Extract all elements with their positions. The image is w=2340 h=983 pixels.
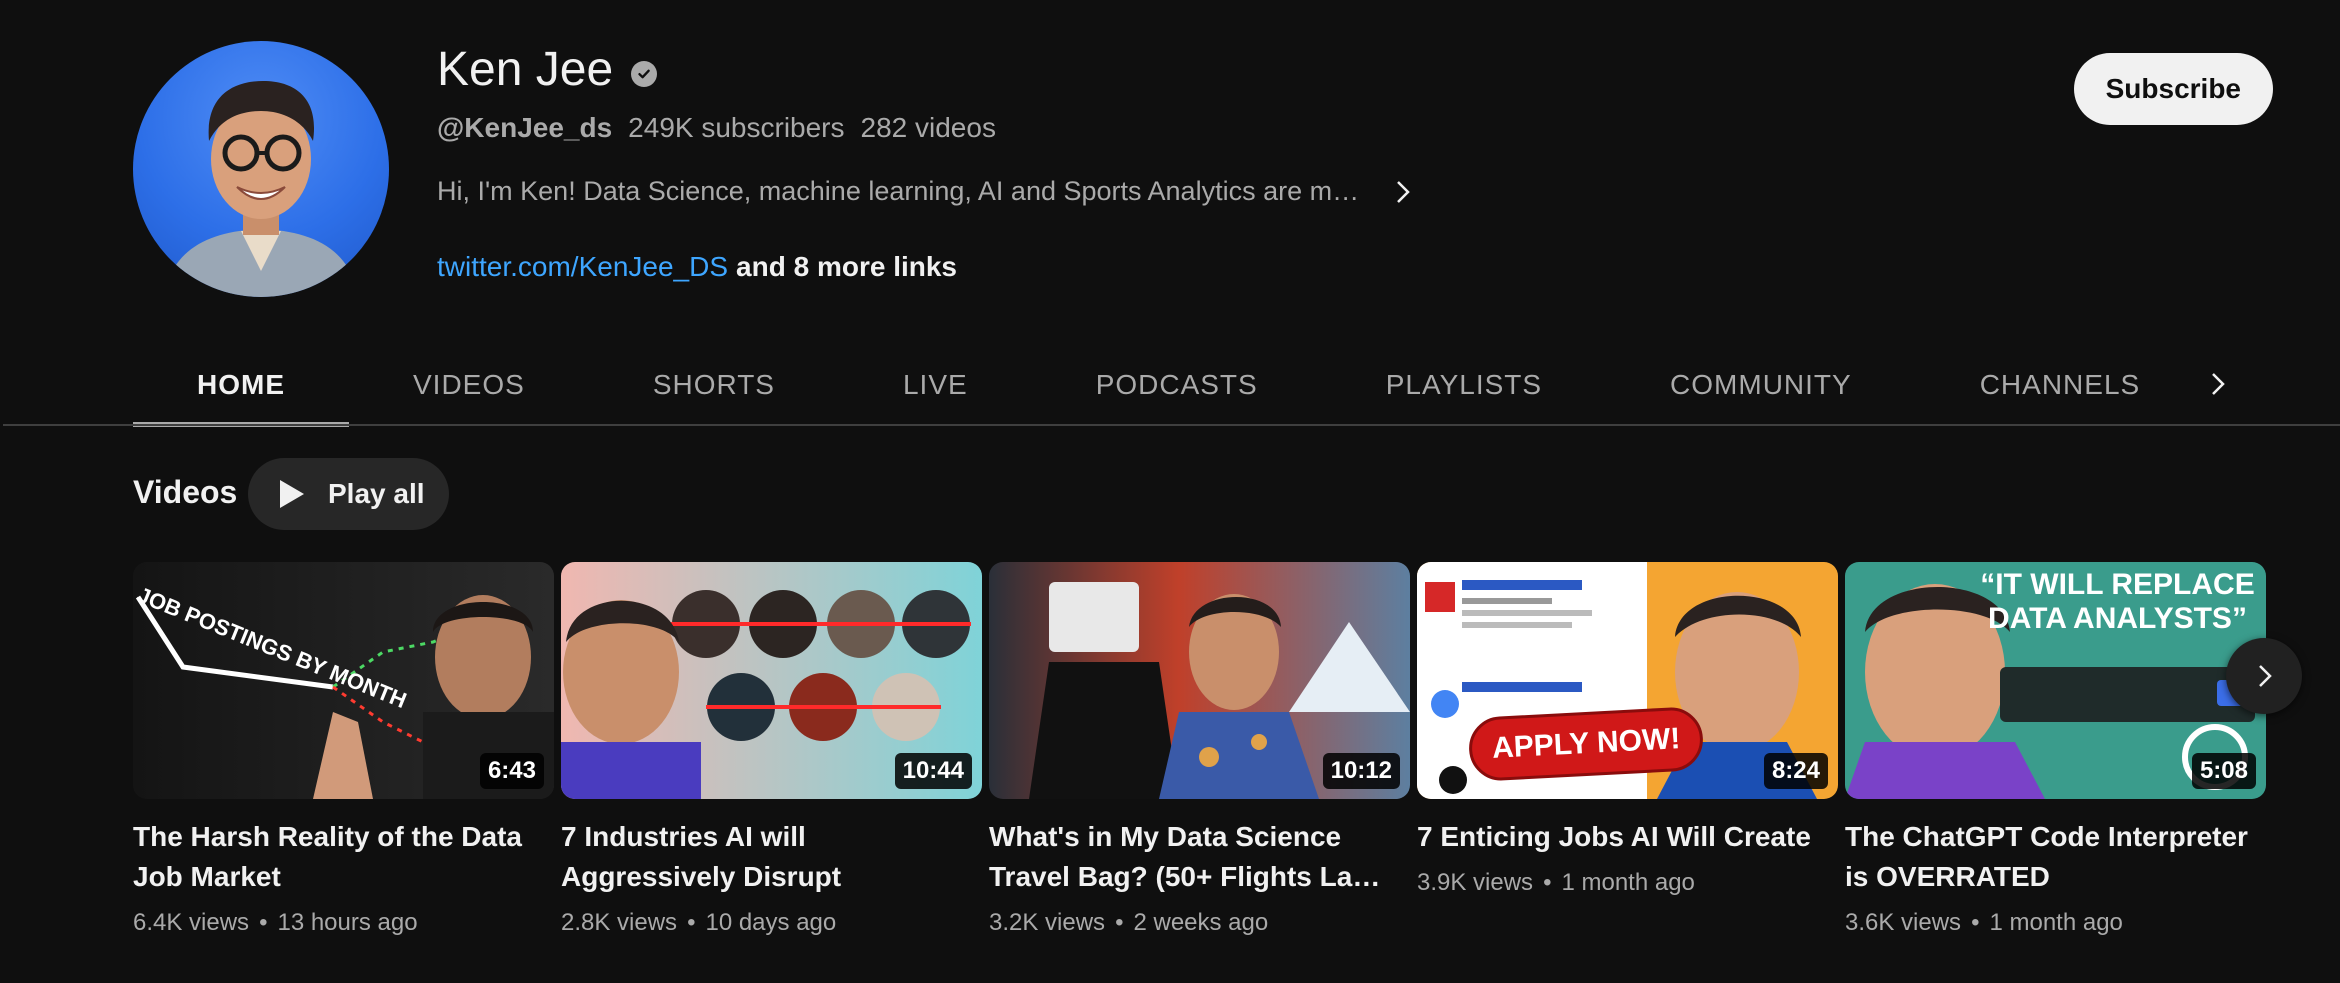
tabs-divider xyxy=(3,424,2340,426)
carousel-next-button[interactable] xyxy=(2226,638,2302,714)
section-title[interactable]: Videos xyxy=(133,474,237,511)
channel-links: twitter.com/KenJee_DS and 8 more links xyxy=(437,251,957,283)
video-title[interactable]: What's in My Data Science Travel Bag? (5… xyxy=(989,817,1410,897)
view-count: 3.2K views xyxy=(989,909,1106,936)
channel-name: Ken Jee xyxy=(437,43,614,96)
tab-live[interactable]: LIVE xyxy=(839,345,1032,425)
chevron-right-icon[interactable] xyxy=(1389,178,1417,206)
video-meta: 6.4K views • 13 hours ago xyxy=(133,909,418,936)
play-all-label: Play all xyxy=(328,478,425,509)
channel-description[interactable]: Hi, I'm Ken! Data Science, machine learn… xyxy=(437,176,1359,207)
video-duration: 10:12 xyxy=(1322,753,1400,789)
video-duration: 8:24 xyxy=(1763,753,1828,789)
view-count: 3.6K views xyxy=(1845,909,1962,936)
channel-name-row: Ken Jee xyxy=(437,42,658,97)
subscriber-count: 249K subscribers xyxy=(628,112,845,143)
tab-shorts[interactable]: SHORTS xyxy=(589,345,839,425)
tab-channels[interactable]: CHANNELS xyxy=(1916,345,2204,425)
more-links-button[interactable]: and 8 more links xyxy=(736,251,957,283)
subscribe-button[interactable]: Subscribe xyxy=(2073,53,2273,125)
video-meta: 2.8K views • 10 days ago xyxy=(561,909,837,936)
thumbnail-caption: “IT WILL REPLACE DATA ANALYSTS” xyxy=(1980,568,2255,635)
chevron-right-icon xyxy=(2259,665,2272,687)
upload-age: 1 month ago xyxy=(1989,909,2123,936)
video-duration: 6:43 xyxy=(479,753,544,789)
video-title[interactable]: 7 Industries AI will Aggressively Disrup… xyxy=(561,817,982,897)
play-all-button[interactable]: Play all xyxy=(248,458,449,530)
upload-age: 1 month ago xyxy=(1561,869,1695,896)
video-count: 282 videos xyxy=(860,112,996,143)
video-thumbnail[interactable]: JOB POSTINGS BY MONTH 6:43 xyxy=(133,562,554,799)
tab-videos[interactable]: VIDEOS xyxy=(349,345,589,425)
thumbnail-caption: APPLY NOW! xyxy=(1467,705,1705,783)
twitter-link[interactable]: twitter.com/KenJee_DS xyxy=(437,251,728,283)
upload-age: 10 days ago xyxy=(705,909,837,936)
video-thumbnail[interactable]: APPLY NOW! 8:24 xyxy=(1417,562,1838,799)
video-title[interactable]: 7 Enticing Jobs AI Will Create xyxy=(1417,817,1838,857)
channel-handle: @KenJee_ds xyxy=(437,112,613,143)
view-count: 2.8K views xyxy=(561,909,678,936)
video-meta: 3.9K views • 1 month ago xyxy=(1417,869,1695,896)
tab-playlists[interactable]: PLAYLISTS xyxy=(1322,345,1606,425)
upload-age: 2 weeks ago xyxy=(1133,909,1269,936)
video-card[interactable]: JOB POSTINGS BY MONTH 6:43 The Harsh Rea… xyxy=(133,562,554,937)
video-card[interactable]: 10:44 7 Industries AI will Aggressively … xyxy=(561,562,982,937)
video-meta: 3.6K views • 1 month ago xyxy=(1845,909,2123,936)
view-count: 3.9K views xyxy=(1417,869,1534,896)
video-duration: 5:08 xyxy=(2191,753,2256,789)
video-card[interactable]: “IT WILL REPLACE DATA ANALYSTS” 5:08 The… xyxy=(1845,562,2266,937)
video-title[interactable]: The ChatGPT Code Interpreter is OVERRATE… xyxy=(1845,817,2266,897)
channel-avatar[interactable] xyxy=(133,41,389,297)
video-card[interactable]: 10:12 What's in My Data Science Travel B… xyxy=(989,562,1410,937)
video-duration: 10:44 xyxy=(894,753,972,789)
video-title[interactable]: The Harsh Reality of the Data Job Market xyxy=(133,817,554,897)
video-thumbnail[interactable]: “IT WILL REPLACE DATA ANALYSTS” 5:08 xyxy=(1845,562,2266,799)
video-card[interactable]: APPLY NOW! 8:24 7 Enticing Jobs AI Will … xyxy=(1417,562,1838,897)
play-icon xyxy=(280,480,304,508)
tab-home[interactable]: HOME xyxy=(133,345,349,427)
video-thumbnail[interactable]: 10:12 xyxy=(989,562,1410,799)
upload-age: 13 hours ago xyxy=(277,909,418,936)
channel-description-row[interactable]: Hi, I'm Ken! Data Science, machine learn… xyxy=(437,176,1417,207)
view-count: 6.4K views xyxy=(133,909,250,936)
verified-badge-icon xyxy=(631,60,658,87)
tab-podcasts[interactable]: PODCASTS xyxy=(1032,345,1322,425)
tab-community[interactable]: COMMUNITY xyxy=(1606,345,1916,425)
video-thumbnail[interactable]: 10:44 xyxy=(561,562,982,799)
channel-tabs: HOME VIDEOS SHORTS LIVE PODCASTS PLAYLIS… xyxy=(133,345,2340,427)
tabs-scroll-right-icon[interactable] xyxy=(2198,364,2238,404)
channel-meta: @KenJee_ds 249K subscribers 282 videos xyxy=(437,112,996,144)
video-meta: 3.2K views • 2 weeks ago xyxy=(989,909,1269,936)
